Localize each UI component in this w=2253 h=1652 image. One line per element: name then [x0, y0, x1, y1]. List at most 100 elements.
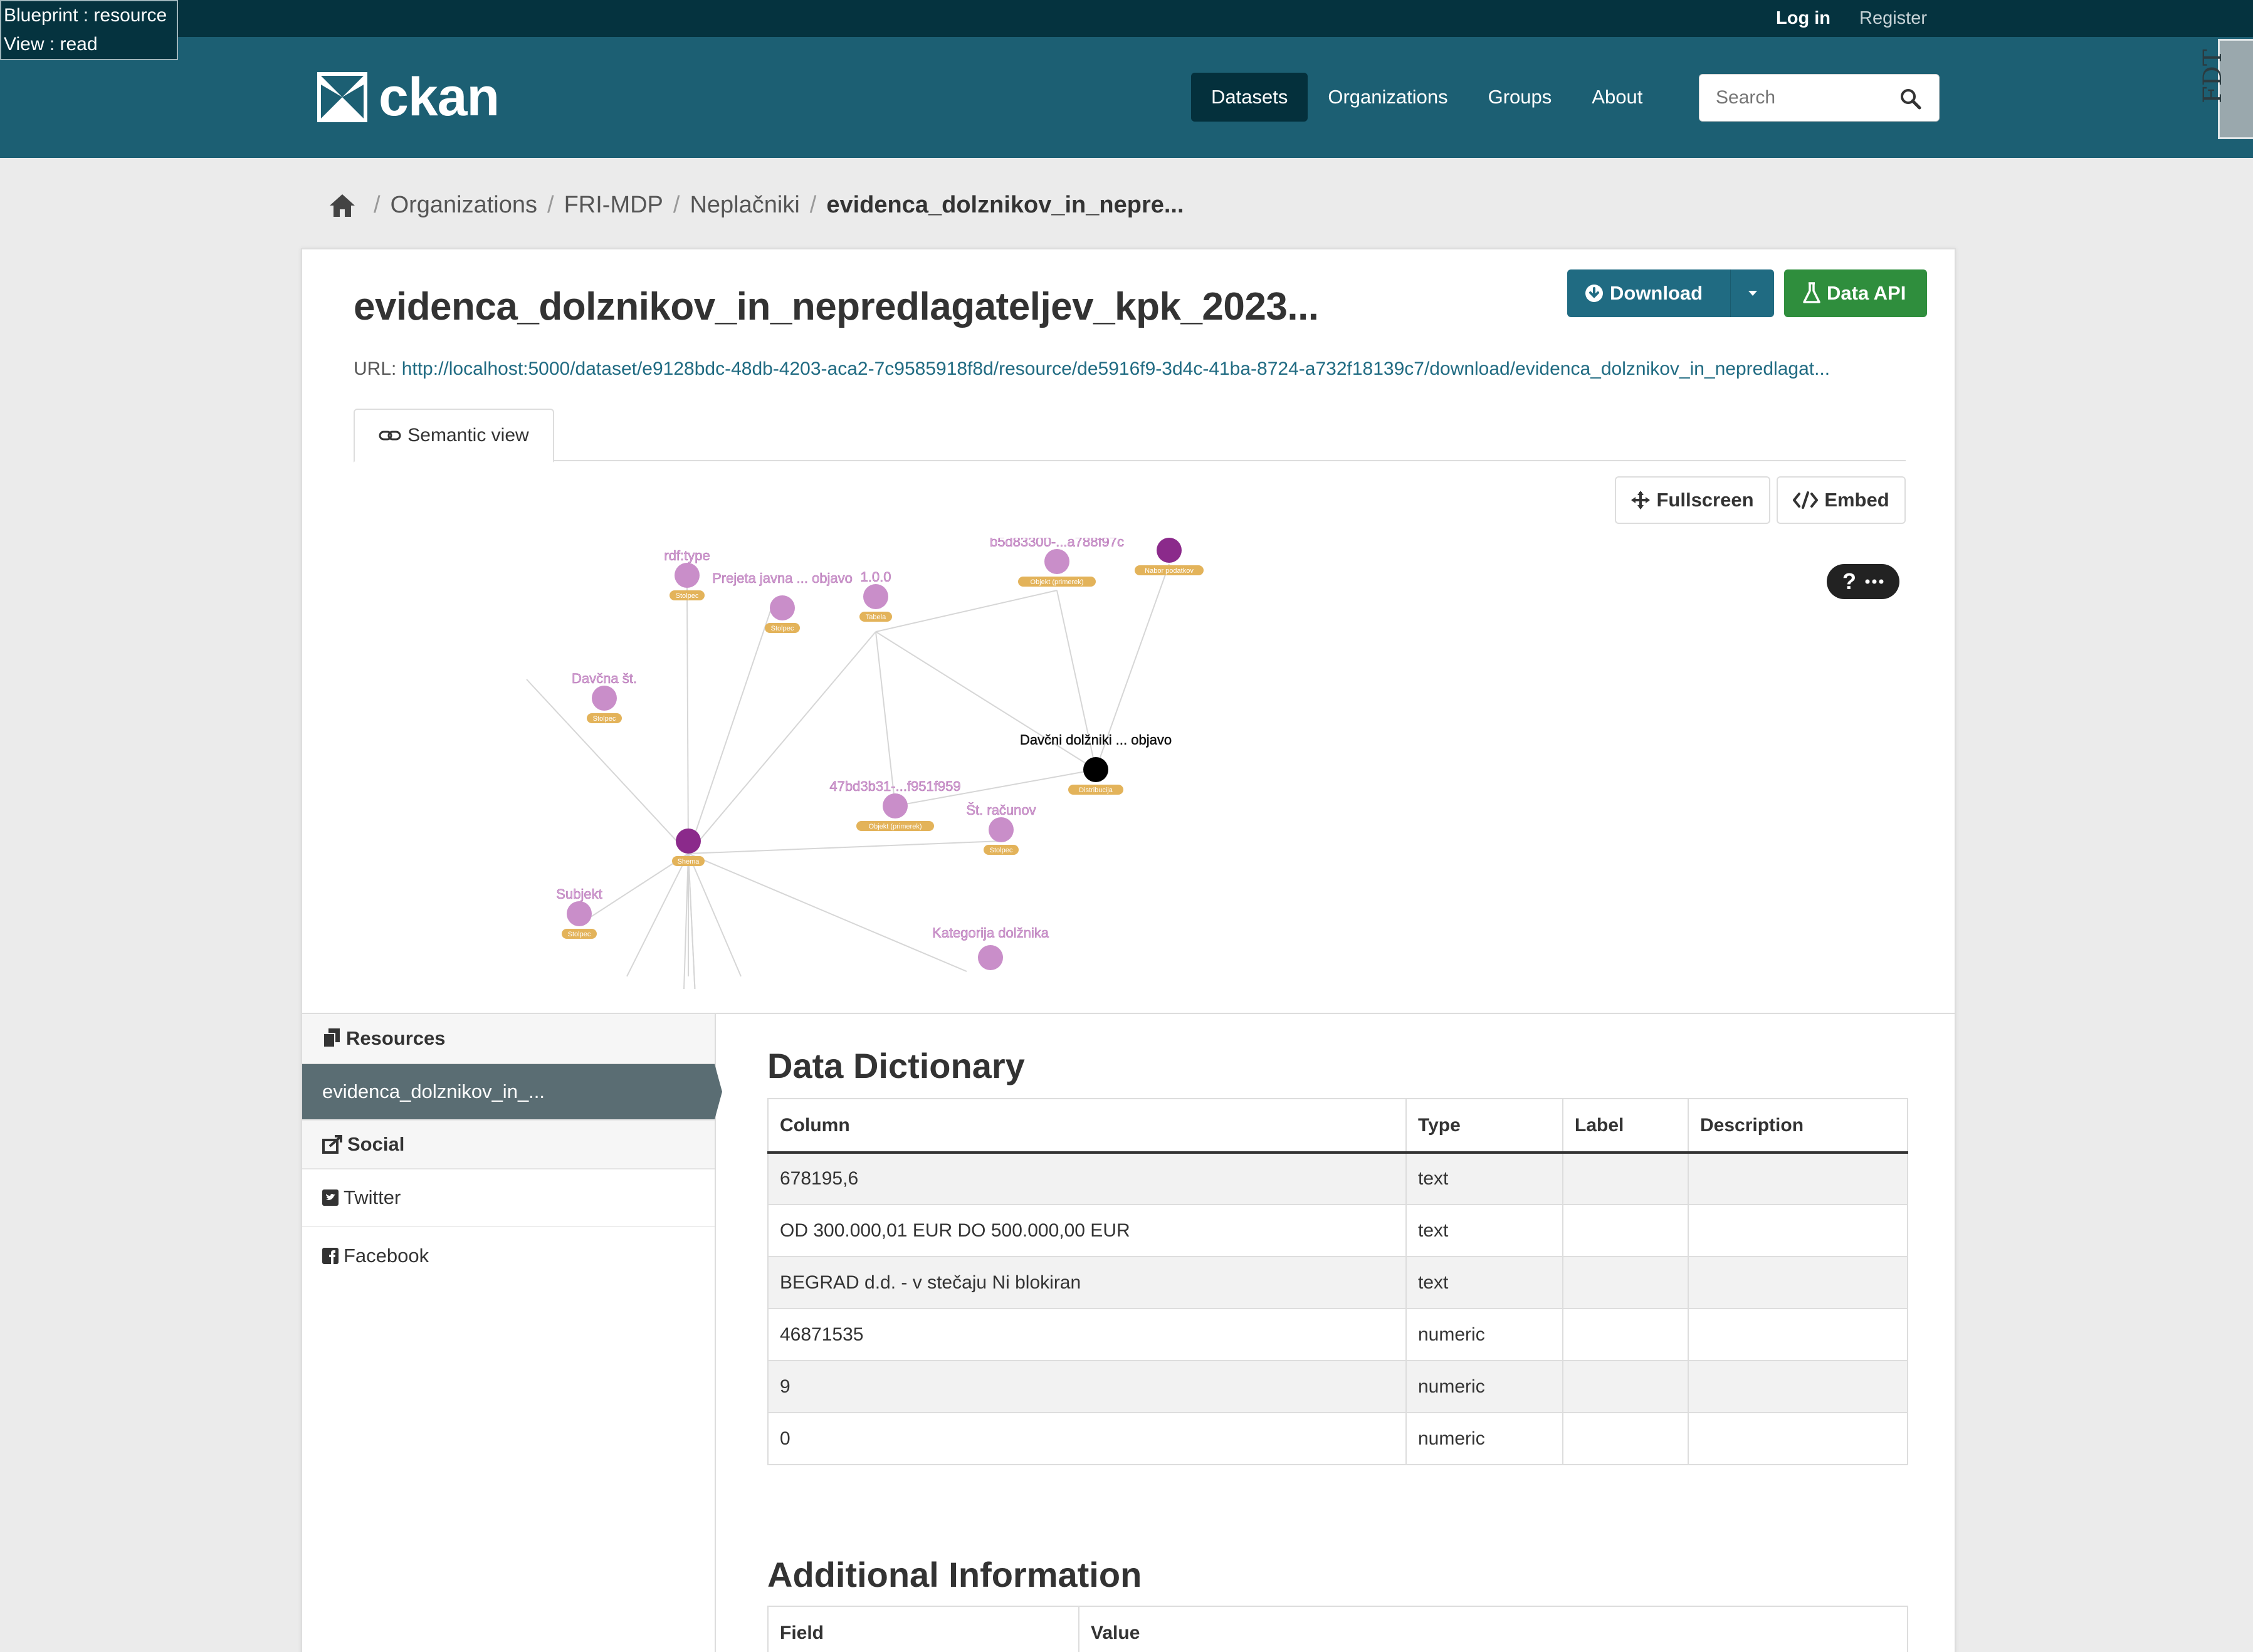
download-icon	[1585, 285, 1603, 302]
debug-blueprint: Blueprint : resource	[4, 5, 167, 26]
cell-type: numeric	[1405, 1308, 1563, 1361]
tab-semantic-view[interactable]: Semantic view	[354, 409, 554, 463]
graph-node[interactable]: 1.0.0 Tabela	[859, 569, 892, 622]
twitter-link[interactable]: Twitter	[302, 1169, 715, 1227]
graph-node-tag: Stolpec	[771, 625, 794, 632]
more-dots-icon	[1865, 579, 1884, 584]
debug-toolbar-tab[interactable]: FDT	[2198, 39, 2253, 139]
cell-label	[1562, 1256, 1689, 1309]
graph-node-label: b5d83300-...a788f97c	[990, 538, 1124, 550]
cell-type: numeric	[1405, 1412, 1563, 1465]
debug-info: Blueprint : resource View : read	[0, 0, 178, 60]
graph-node-tag: Stolpec	[568, 931, 591, 938]
graph-node-tag: Objekt (primerek)	[869, 823, 922, 830]
table-row: OD 300.000,01 EUR DO 500.000,00 EUR text	[767, 1204, 1908, 1257]
cell-label	[1562, 1412, 1689, 1465]
search-input[interactable]	[1716, 75, 1904, 121]
data-dictionary-title: Data Dictionary	[767, 1046, 1025, 1085]
resource-panel: evidenca_dolznikov_in_nepredlagateljev_k…	[301, 248, 1956, 1652]
cell-type: text	[1405, 1204, 1563, 1257]
graph-node[interactable]: b5d83300-...a788f97c Objekt (primerek)	[990, 538, 1124, 587]
graph-node[interactable]: Nabor podatkov	[1135, 538, 1204, 575]
embed-button[interactable]: Embed	[1777, 476, 1906, 524]
table-row: BEGRAD d.d. - v stečaju Ni blokiran text	[767, 1256, 1908, 1309]
graph-node[interactable]: Shema	[672, 829, 705, 866]
cell-description	[1688, 1360, 1908, 1413]
graph-node[interactable]: rdf:type Stolpec	[664, 548, 710, 600]
fullscreen-label: Fullscreen	[1656, 489, 1754, 511]
nav-organizations[interactable]: Organizations	[1308, 73, 1468, 122]
embed-label: Embed	[1824, 489, 1889, 511]
graph-node-tag: Objekt (primerek)	[1031, 578, 1084, 586]
download-main[interactable]: Download	[1567, 269, 1730, 317]
graph-node-label: Št. računov	[966, 802, 1036, 818]
login-link[interactable]: Log in	[1776, 8, 1830, 29]
graph-node-tag: Tabela	[866, 614, 886, 621]
link-icon	[379, 431, 401, 441]
breadcrumb-dataset[interactable]: Neplačniki	[690, 192, 799, 219]
breadcrumb-organization[interactable]: FRI-MDP	[564, 192, 663, 219]
semantic-graph[interactable]: rdf:type Stolpec Prejeta javna ... objav…	[302, 538, 1955, 989]
files-icon	[323, 1028, 340, 1048]
facebook-label: Facebook	[344, 1245, 429, 1267]
search-icon[interactable]	[1900, 88, 1921, 110]
graph-node[interactable]: Davčni dolžniki ... objavo Distribucija	[1020, 732, 1172, 795]
cell-type: text	[1405, 1152, 1563, 1205]
download-button[interactable]: Download	[1567, 269, 1774, 317]
cell-label	[1562, 1152, 1689, 1205]
cell-description	[1688, 1256, 1908, 1309]
cell-column: 0	[767, 1412, 1407, 1465]
arrows-icon	[1631, 491, 1651, 510]
cell-column: 678195,6	[767, 1152, 1407, 1205]
facebook-link[interactable]: Facebook	[302, 1227, 715, 1285]
resources-heading: Resources	[302, 1014, 715, 1064]
debug-toolbar-label: FDT	[2198, 49, 2227, 103]
url-label: URL:	[354, 358, 397, 379]
register-link[interactable]: Register	[1859, 8, 1927, 29]
column-header-column: Column	[767, 1098, 1407, 1154]
home-icon[interactable]	[328, 193, 356, 218]
graph-help-button[interactable]: ?	[1827, 564, 1899, 599]
cell-type: text	[1405, 1256, 1563, 1309]
fullscreen-button[interactable]: Fullscreen	[1615, 476, 1770, 524]
additional-info-table: Field Value	[767, 1606, 1908, 1652]
column-header-description: Description	[1688, 1098, 1908, 1154]
url-link[interactable]: http://localhost:5000/dataset/e9128bdc-4…	[402, 358, 1830, 379]
masthead: ckan Datasets Organizations Groups About	[0, 37, 2253, 158]
graph-node-label: Davčna št.	[572, 671, 637, 686]
data-api-button[interactable]: Data API	[1784, 269, 1927, 317]
twitter-label: Twitter	[344, 1186, 401, 1208]
site-logo[interactable]: ckan	[317, 70, 500, 124]
share-icon	[322, 1135, 342, 1154]
graph-node-tag: Shema	[678, 858, 700, 865]
ckan-logo-icon	[317, 72, 367, 122]
graph-node[interactable]: Kategorija dolžnika	[932, 925, 1049, 970]
table-row: 678195,6 text	[767, 1152, 1908, 1205]
breadcrumb-resource[interactable]: evidenca_dolznikov_in_nepre...	[826, 192, 1184, 219]
cell-column: 9	[767, 1360, 1407, 1413]
graph-node-label: Subjekt	[556, 886, 602, 902]
download-dropdown-toggle[interactable]	[1730, 269, 1774, 317]
resource-sidebar: Resources evidenca_dolznikov_in_... Soci…	[302, 1014, 722, 1652]
sidebar-resource-item[interactable]: evidenca_dolznikov_in_...	[302, 1064, 722, 1119]
column-header-type: Type	[1405, 1098, 1563, 1154]
facebook-icon	[322, 1248, 339, 1264]
column-header-value: Value	[1078, 1606, 1908, 1652]
social-heading: Social	[302, 1119, 715, 1169]
graph-node[interactable]: Št. računov Stolpec	[966, 802, 1036, 855]
graph-node[interactable]: Davčna št. Stolpec	[572, 671, 637, 723]
nav-about[interactable]: About	[1572, 73, 1662, 122]
graph-node[interactable]: 47bd3b31-...f951f959 Objekt (primerek)	[829, 778, 961, 831]
breadcrumb-organizations[interactable]: Organizations	[391, 192, 537, 219]
cell-description	[1688, 1152, 1908, 1205]
cell-description	[1688, 1308, 1908, 1361]
breadcrumb-separator: /	[547, 192, 554, 218]
question-icon: ?	[1842, 568, 1856, 594]
nav-groups[interactable]: Groups	[1468, 73, 1572, 122]
nav-datasets[interactable]: Datasets	[1191, 73, 1308, 122]
page-title: evidenca_dolznikov_in_nepredlagateljev_k…	[354, 285, 1319, 328]
table-row: 46871535 numeric	[767, 1308, 1908, 1361]
breadcrumb-separator: /	[673, 192, 680, 218]
graph-node[interactable]: Prejeta javna ... objavo Stolpec	[712, 570, 853, 633]
graph-node[interactable]: Subjekt Stolpec	[556, 886, 602, 939]
